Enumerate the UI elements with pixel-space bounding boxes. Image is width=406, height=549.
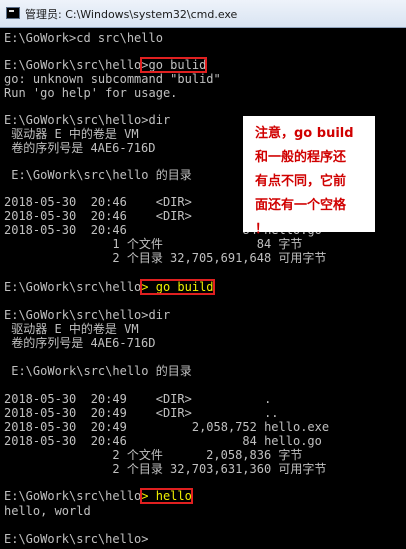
program-output: hello, world	[4, 504, 91, 518]
dir-summary: 2 个目录 32,703,631,360 可用字节	[4, 462, 327, 476]
prompt: E:\GoWork\src\hello	[4, 308, 142, 322]
cmd-app-icon	[6, 7, 20, 19]
prompt: E:\GoWork\src\hello	[4, 280, 142, 294]
annotation-line: ！	[255, 222, 269, 237]
window-titlebar[interactable]: 管理员: C:\Windows\system32\cmd.exe	[0, 0, 406, 28]
console-line: E:\GoWork\src\hello>go bulid	[4, 57, 208, 73]
console-line: 卷的序列号是 4AE6-716D	[4, 141, 156, 155]
annotation-line: 和一般的程序还	[255, 150, 347, 165]
typed-command: cd src\hello	[76, 31, 163, 45]
dir-summary: 2 个目录 32,705,691,648 可用字节	[4, 251, 327, 265]
dir-entry: 2018-05-30 20:46 84 hello.go	[4, 434, 322, 448]
dir-entry: 2018-05-30 20:46 <DIR> ..	[4, 209, 279, 223]
prompt: E:\GoWork\src\hello	[4, 58, 142, 72]
typed-command: >dir	[141, 308, 171, 322]
console-line: E:\GoWork\src\hello> hello	[4, 488, 193, 504]
console-line: 驱动器 E 中的卷是 VM	[4, 322, 139, 336]
console-output[interactable]: E:\GoWork>cd src\hello E:\GoWork\src\hel…	[0, 28, 406, 549]
dir-entry: 2018-05-30 20:49 <DIR> .	[4, 392, 272, 406]
console-line: E:\GoWork\src\hello>dir	[4, 308, 170, 322]
dir-entry: 2018-05-30 20:46 <DIR> .	[4, 195, 272, 209]
console-line: E:\GoWork\src\hello>dir	[4, 113, 170, 127]
window-title: 管理员: C:\Windows\system32\cmd.exe	[25, 8, 238, 21]
prompt: E:\GoWork>	[4, 31, 77, 45]
prompt: E:\GoWork\src\hello	[4, 113, 142, 127]
current-prompt[interactable]: E:\GoWork\src\hello>	[4, 532, 149, 546]
console-line: 驱动器 E 中的卷是 VM	[4, 127, 139, 141]
error-line: go: unknown subcommand "bulid"	[4, 72, 221, 86]
console-line: E:\GoWork\src\hello 的目录	[4, 364, 192, 378]
dir-entry: 2018-05-30 20:49 <DIR> ..	[4, 406, 279, 420]
console-line: 卷的序列号是 4AE6-716D	[4, 336, 156, 350]
console-line: Run 'go help' for usage.	[4, 86, 178, 100]
console-line: E:\GoWork\src\hello> go build	[4, 279, 215, 295]
annotation-line: 有点不同，它前	[255, 174, 347, 189]
annotation-note: 注意，go build 和一般的程序还 有点不同，它前 面还有一个空格 ！	[243, 116, 375, 237]
highlighted-command-hello: > hello	[140, 488, 193, 504]
annotation-line: 面还有一个空格	[255, 198, 347, 213]
dir-entry: 2018-05-30 20:49 2,058,752 hello.exe	[4, 420, 330, 434]
highlighted-command-go-build: > go build	[140, 279, 215, 295]
annotation-line: 注意，go build	[255, 126, 354, 141]
console-line: E:\GoWork\src\hello 的目录	[4, 168, 192, 182]
dir-summary: 2 个文件 2,058,836 字节	[4, 448, 303, 462]
console-line: E:\GoWork>cd src\hello	[4, 31, 163, 45]
highlighted-command-go-bulid: >go bulid	[140, 57, 208, 73]
prompt: E:\GoWork\src\hello	[4, 489, 142, 503]
typed-command: >dir	[141, 113, 171, 127]
